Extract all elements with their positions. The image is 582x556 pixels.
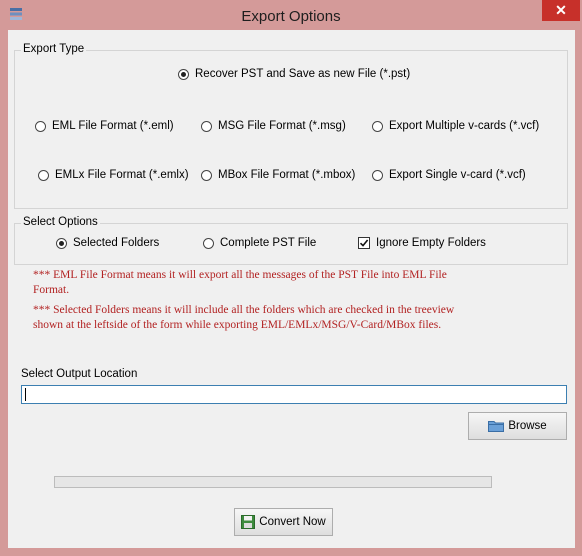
output-location-input[interactable] xyxy=(21,385,567,404)
checkbox[interactable] xyxy=(358,237,370,249)
note-line: *** Selected Folders means it will inclu… xyxy=(33,304,455,316)
checkmark-icon xyxy=(359,239,369,247)
radio-label: MBox File Format (*.mbox) xyxy=(218,169,356,181)
radio-button[interactable] xyxy=(201,169,212,181)
radio-label: EMLx File Format (*.emlx) xyxy=(55,169,189,181)
radio-label: Recover PST and Save as new File (*.pst) xyxy=(195,68,411,80)
window-title: Export Options xyxy=(241,8,341,25)
radio-button[interactable] xyxy=(178,68,189,80)
save-icon xyxy=(241,515,256,529)
dialog-body: Export Type Recover PST and Save as new … xyxy=(8,30,575,548)
radio-label: Export Multiple v-cards (*.vcf) xyxy=(389,120,540,132)
title-bar[interactable]: Export Options ✕ xyxy=(0,0,582,30)
output-location-label: Select Output Location xyxy=(21,368,138,380)
radio-msg[interactable]: MSG File Format (*.msg) xyxy=(201,120,346,132)
folder-icon xyxy=(488,421,505,432)
export-type-legend: Export Type xyxy=(21,43,87,55)
radio-selected-folders[interactable]: Selected Folders xyxy=(56,237,159,249)
radio-button[interactable] xyxy=(56,237,67,249)
radio-complete-pst[interactable]: Complete PST File xyxy=(203,237,316,249)
radio-button[interactable] xyxy=(372,169,383,181)
browse-button[interactable]: Browse xyxy=(468,412,567,440)
convert-now-label: Convert Now xyxy=(259,516,326,528)
radio-label: Export Single v-card (*.vcf) xyxy=(389,169,526,181)
radio-button[interactable] xyxy=(372,120,383,132)
checkbox-ignore-empty[interactable]: Ignore Empty Folders xyxy=(358,237,486,249)
convert-now-button[interactable]: Convert Now xyxy=(234,508,333,536)
radio-recover-pst[interactable]: Recover PST and Save as new File (*.pst) xyxy=(178,68,410,80)
radio-single-vcard[interactable]: Export Single v-card (*.vcf) xyxy=(372,169,526,181)
note-line: shown at the leftside of the form while … xyxy=(33,319,442,331)
text-caret xyxy=(25,388,26,401)
progress-bar xyxy=(54,476,492,488)
eml-format-note: *** EML File Format means it will export… xyxy=(33,268,447,298)
close-button[interactable]: ✕ xyxy=(542,0,580,21)
radio-button[interactable] xyxy=(35,120,46,132)
radio-emlx[interactable]: EMLx File Format (*.emlx) xyxy=(38,169,189,181)
radio-eml[interactable]: EML File Format (*.eml) xyxy=(35,120,174,132)
radio-button[interactable] xyxy=(203,237,214,249)
note-line: Format. xyxy=(33,284,70,296)
radio-label: MSG File Format (*.msg) xyxy=(218,120,346,132)
note-line: *** EML File Format means it will export… xyxy=(33,269,447,281)
radio-label: EML File Format (*.eml) xyxy=(52,120,174,132)
close-icon: ✕ xyxy=(555,2,567,18)
radio-button[interactable] xyxy=(38,169,49,181)
browse-label: Browse xyxy=(508,420,547,432)
radio-button[interactable] xyxy=(201,120,212,132)
select-options-legend: Select Options xyxy=(21,216,100,228)
radio-mbox[interactable]: MBox File Format (*.mbox) xyxy=(201,169,355,181)
selected-folders-note: *** Selected Folders means it will inclu… xyxy=(33,303,454,333)
radio-multiple-vcards[interactable]: Export Multiple v-cards (*.vcf) xyxy=(372,120,539,132)
radio-label: Selected Folders xyxy=(73,237,160,249)
radio-label: Complete PST File xyxy=(220,237,317,249)
checkbox-label: Ignore Empty Folders xyxy=(376,237,486,249)
